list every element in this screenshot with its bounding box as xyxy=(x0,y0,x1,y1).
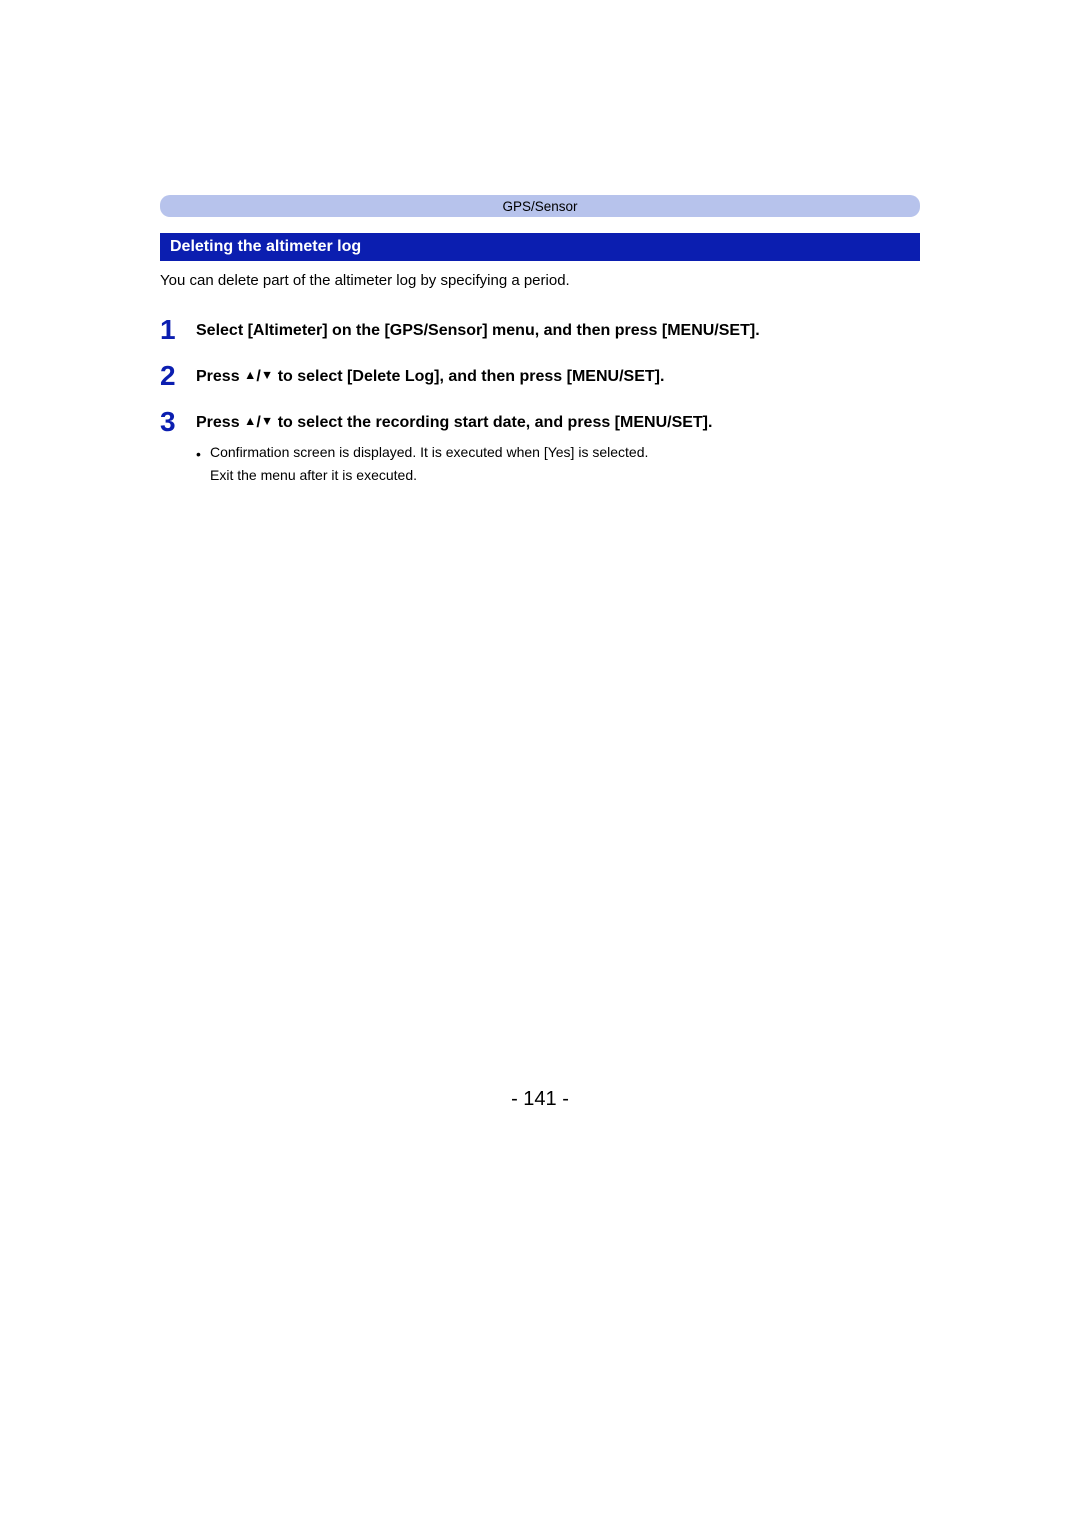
step-text-after: to select [Delete Log], and then press [… xyxy=(273,368,664,385)
page-number: - 141 - xyxy=(0,1088,1080,1111)
step-number: 1 xyxy=(160,316,182,344)
bullet-icon: • xyxy=(196,442,204,464)
intro-text: You can delete part of the altimeter log… xyxy=(160,271,920,291)
step-text-before: Press xyxy=(196,414,244,431)
down-triangle-icon: ▼ xyxy=(261,368,273,382)
step-3: 3 Press ▲/▼ to select the recording star… xyxy=(160,411,920,485)
step-1: 1 Select [Altimeter] on the [GPS/Sensor]… xyxy=(160,319,920,347)
steps-list: 1 Select [Altimeter] on the [GPS/Sensor]… xyxy=(160,319,920,485)
step-text: Select [Altimeter] on the [GPS/Sensor] m… xyxy=(196,319,920,342)
section-title: Deleting the altimeter log xyxy=(160,233,920,261)
up-triangle-icon: ▲ xyxy=(244,368,256,382)
down-triangle-icon: ▼ xyxy=(261,414,273,428)
breadcrumb: GPS/Sensor xyxy=(160,195,920,217)
breadcrumb-text: GPS/Sensor xyxy=(502,199,577,214)
step-text: Press ▲/▼ to select the recording start … xyxy=(196,411,920,485)
step-notes: • Confirmation screen is displayed. It i… xyxy=(196,442,920,485)
note-text: Confirmation screen is displayed. It is … xyxy=(210,442,920,464)
step-2: 2 Press ▲/▼ to select [Delete Log], and … xyxy=(160,365,920,393)
step-number: 3 xyxy=(160,408,182,436)
up-triangle-icon: ▲ xyxy=(244,414,256,428)
manual-page: GPS/Sensor Deleting the altimeter log Yo… xyxy=(0,0,1080,1526)
step-number: 2 xyxy=(160,362,182,390)
note-text: Exit the menu after it is executed. xyxy=(196,465,920,485)
step-text-before: Press xyxy=(196,368,244,385)
step-text-after: to select the recording start date, and … xyxy=(273,414,712,431)
step-text: Press ▲/▼ to select [Delete Log], and th… xyxy=(196,365,920,388)
note-bullet: • Confirmation screen is displayed. It i… xyxy=(196,442,920,464)
